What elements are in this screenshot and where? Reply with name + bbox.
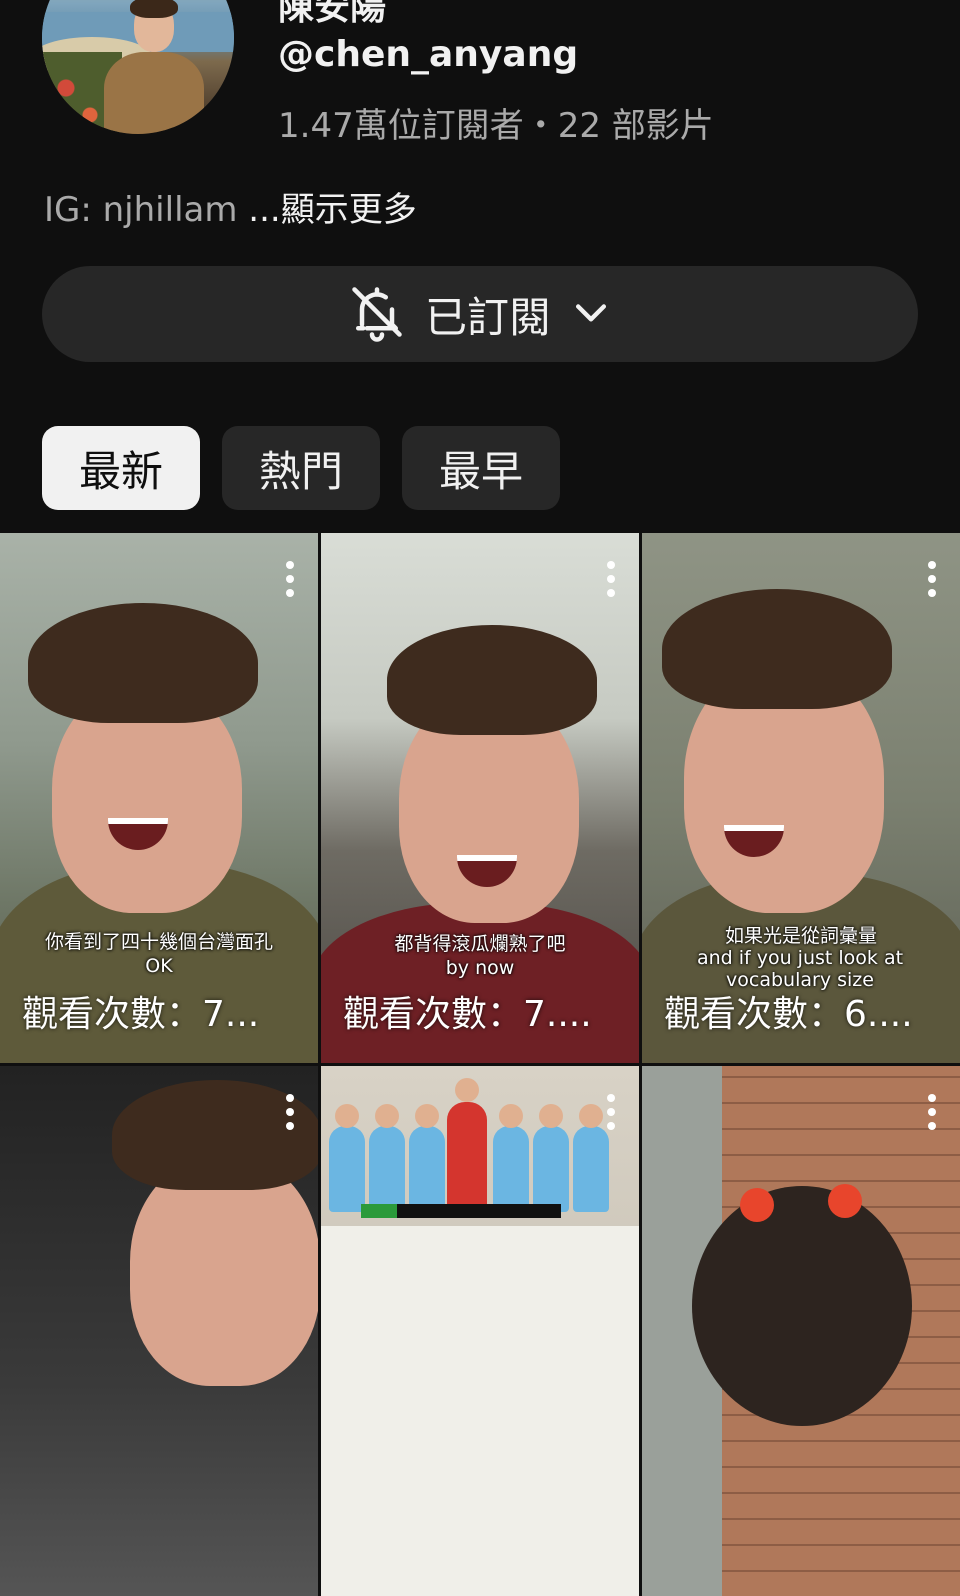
subscribed-button[interactable]: 已訂閱 <box>42 266 918 362</box>
video-subtitle-en: OK <box>145 955 173 977</box>
video-thumbnail-kid <box>409 1104 445 1212</box>
video-tile[interactable]: 都背得滾瓜爛熟了吧 by now 觀看次數：7.... <box>321 533 639 1063</box>
video-subtitle-zh: 你看到了四十幾個台灣面孔 <box>44 931 273 953</box>
more-options-icon[interactable] <box>928 561 938 601</box>
video-thumbnail-kid <box>573 1104 609 1212</box>
video-subtitle-zh: 都背得滾瓜爛熟了吧 <box>394 933 566 955</box>
channel-avatar[interactable] <box>42 0 234 134</box>
more-options-icon[interactable] <box>928 1094 938 1134</box>
avatar-jacket <box>104 52 204 134</box>
video-thumbnail-hair <box>28 603 258 723</box>
video-views: 觀看次數：6.... <box>664 994 913 1035</box>
sort-chips: 最新 熱門 最早 <box>42 426 560 510</box>
video-thumbnail-shirt <box>321 903 639 1063</box>
channel-description[interactable]: IG: njhillam ...顯示更多 <box>44 182 417 231</box>
video-subtitle-zh: 如果光是從詞彙量 <box>724 925 877 947</box>
video-thumbnail-hair <box>662 589 892 709</box>
channel-handle: @chen_anyang <box>278 34 579 75</box>
channel-stats: 1.47萬位訂閱者・22 部影片 <box>278 106 714 146</box>
video-views: 觀看次數：7... <box>22 994 260 1035</box>
more-options-icon[interactable] <box>607 1094 617 1134</box>
video-thumbnail-flower <box>828 1184 862 1218</box>
description-text: IG: njhillam <box>44 190 249 230</box>
video-tile[interactable]: 如果光是從詞彙量 and if you just look at vocabul… <box>642 533 960 1063</box>
video-tile[interactable] <box>0 1066 318 1596</box>
video-thumbnail-caption-bar <box>361 1204 561 1218</box>
chip-popular[interactable]: 熱門 <box>222 426 380 510</box>
video-thumbnail-kid <box>329 1104 365 1212</box>
video-tile[interactable]: 你看到了四十幾個台灣面孔 OK 觀看次數：7... <box>0 533 318 1063</box>
channel-name: 陳安陽 <box>278 0 387 28</box>
video-views: 觀看次數：7.... <box>343 994 592 1035</box>
video-thumbnail-lower <box>321 1226 639 1596</box>
more-options-icon[interactable] <box>286 561 296 601</box>
more-options-icon[interactable] <box>286 1094 296 1134</box>
video-subtitle-en: by now <box>445 957 515 979</box>
video-thumbnail-kid <box>533 1104 569 1212</box>
bell-off-icon <box>347 282 407 346</box>
video-thumbnail-person <box>447 1078 487 1212</box>
video-thumbnail-kid <box>493 1104 529 1212</box>
chip-oldest[interactable]: 最早 <box>402 426 560 510</box>
subscribed-label: 已訂閱 <box>424 292 551 342</box>
video-thumbnail-face <box>130 1156 318 1386</box>
video-thumbnail-group <box>321 1066 639 1226</box>
video-thumbnail-masked-face <box>692 1186 912 1426</box>
video-thumbnail-flower <box>740 1188 774 1222</box>
chip-latest[interactable]: 最新 <box>42 426 200 510</box>
chevron-down-icon <box>569 290 613 338</box>
video-thumbnail-kid <box>369 1104 405 1212</box>
video-tile[interactable] <box>642 1066 960 1596</box>
more-options-icon[interactable] <box>607 561 617 601</box>
avatar-hair <box>130 0 178 18</box>
video-tile[interactable] <box>321 1066 639 1596</box>
show-more-link[interactable]: ...顯示更多 <box>248 190 416 230</box>
video-thumbnail-hair <box>387 625 597 735</box>
